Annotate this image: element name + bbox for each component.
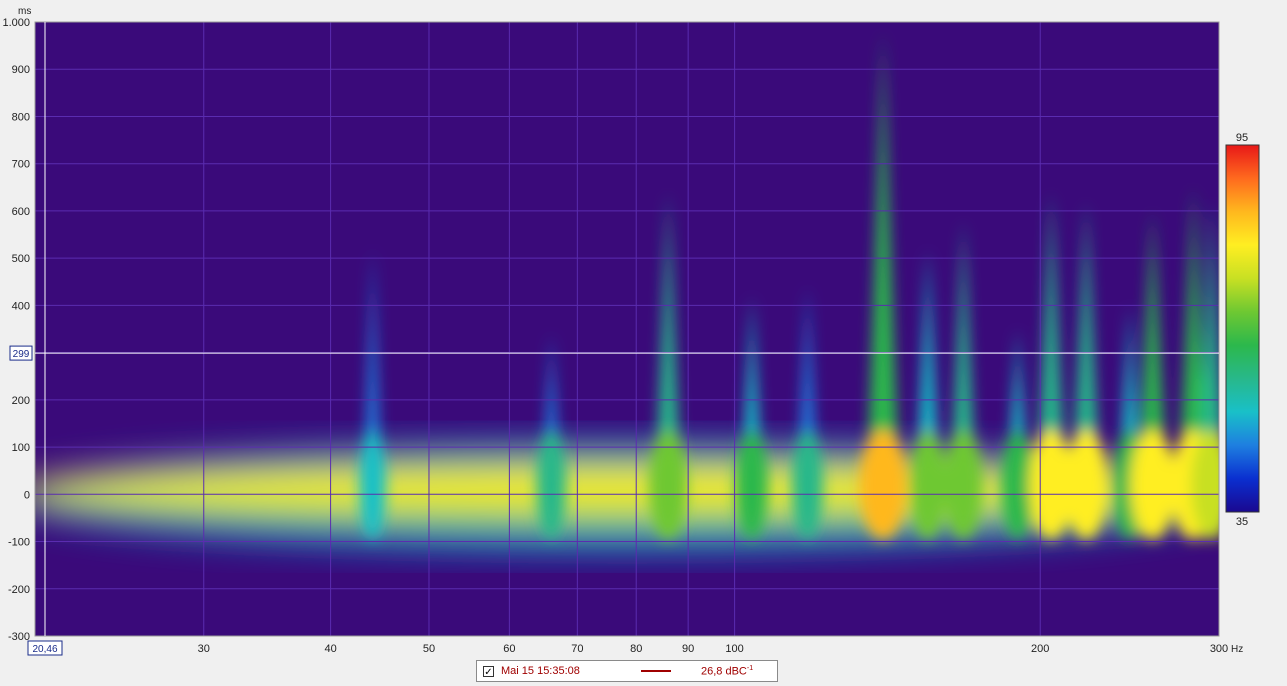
color-scale-bar: 95 35 bbox=[1225, 132, 1260, 528]
y-axis: 1.000 900 800 700 600 500 400 200 100 0 -100 -200 -3… bbox=[2, 17, 30, 643]
heatmap-peak-core bbox=[359, 429, 386, 540]
heatmap-peak-core bbox=[1065, 429, 1108, 540]
legend-series-name: Mai 15 15:35:08 bbox=[501, 665, 580, 677]
y-tick-label: 500 bbox=[12, 253, 30, 265]
heatmap-peak-core bbox=[792, 429, 824, 540]
y-tick-label: -300 bbox=[8, 631, 30, 643]
y-tick-label: -200 bbox=[8, 584, 30, 596]
y-tick-label: 700 bbox=[12, 159, 30, 171]
cursor-y-readout: 299 bbox=[13, 349, 30, 360]
legend-value-exponent: -1 bbox=[746, 664, 754, 672]
y-tick-label: 1.000 bbox=[2, 17, 30, 29]
y-tick-label: -100 bbox=[8, 537, 30, 549]
x-tick-label: 200 bbox=[1031, 643, 1049, 655]
y-tick-label: 400 bbox=[12, 300, 30, 312]
heatmap-peak-core bbox=[859, 429, 907, 540]
y-tick-label: 600 bbox=[12, 206, 30, 218]
heatmap-peak-core bbox=[648, 429, 688, 540]
heatmap-peak-core bbox=[944, 429, 983, 540]
heatmap-peak-core bbox=[910, 429, 946, 540]
x-tick-label: 100 bbox=[725, 643, 743, 655]
legend-value: 26,8 dBC-1 bbox=[701, 665, 753, 678]
y-tick-label: 100 bbox=[12, 442, 30, 454]
x-tick-label: 70 bbox=[571, 643, 583, 655]
x-axis: 30 40 50 60 70 80 90 100 200 300 bbox=[198, 643, 1229, 655]
y-tick-label: 900 bbox=[12, 64, 30, 76]
x-tick-label: 90 bbox=[682, 643, 694, 655]
y-tick-label: 200 bbox=[12, 395, 30, 407]
legend: ✓ Mai 15 15:35:08 26,8 dBC-1 bbox=[476, 660, 778, 682]
waterfall-chart-window: 1.000 900 800 700 600 500 400 200 100 0 -100 -200 -3… bbox=[0, 0, 1287, 686]
x-tick-label: 80 bbox=[630, 643, 642, 655]
heatmap-peak-core bbox=[1001, 429, 1034, 540]
colorbar-min-label: 35 bbox=[1236, 516, 1248, 528]
colorbar-rect bbox=[1225, 144, 1260, 513]
heatmap-peak-core bbox=[735, 429, 768, 540]
x-axis-unit: Hz bbox=[1231, 644, 1243, 655]
x-tick-label: 60 bbox=[503, 643, 515, 655]
legend-value-text: 26,8 dBC bbox=[701, 665, 747, 678]
legend-checkbox[interactable]: ✓ bbox=[483, 665, 494, 678]
y-tick-label: 800 bbox=[12, 111, 30, 123]
spectrogram-chart[interactable]: 1.000 900 800 700 600 500 400 200 100 0 -100 -200 -3… bbox=[0, 0, 1287, 660]
x-tick-label: 50 bbox=[423, 643, 435, 655]
heatmap-peak-core bbox=[1130, 429, 1175, 540]
heatmap-peak-core bbox=[536, 429, 566, 540]
y-tick-label: 0 bbox=[24, 489, 30, 501]
legend-line-swatch bbox=[641, 670, 671, 672]
x-tick-label: 40 bbox=[324, 643, 336, 655]
colorbar-max-label: 95 bbox=[1236, 132, 1248, 144]
y-axis-unit: ms bbox=[18, 6, 31, 17]
cursor-x-readout: 20,46 bbox=[32, 644, 57, 655]
x-tick-label: 300 bbox=[1210, 643, 1228, 655]
x-tick-label: 30 bbox=[198, 643, 210, 655]
